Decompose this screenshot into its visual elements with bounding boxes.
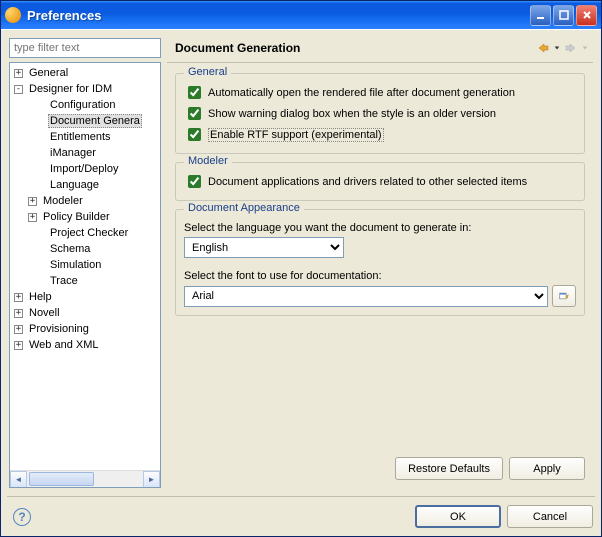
language-select-label: Select the language you want the documen… <box>184 222 576 234</box>
show-warning-checkbox-row[interactable]: Show warning dialog box when the style i… <box>184 103 576 124</box>
font-select[interactable]: Arial <box>184 286 548 307</box>
tree-item[interactable]: + Help <box>10 289 160 305</box>
document-apps-label: Document applications and drivers relate… <box>208 176 527 188</box>
tree-item-label: Designer for IDM <box>27 83 114 95</box>
font-preferences-button[interactable] <box>552 285 576 307</box>
ok-button[interactable]: OK <box>415 505 501 528</box>
minimize-button[interactable] <box>530 5 551 26</box>
nav-forward-button[interactable] <box>563 40 579 56</box>
tree-item-label: Novell <box>27 307 62 319</box>
group-appearance: Document Appearance Select the language … <box>175 209 585 316</box>
group-appearance-label: Document Appearance <box>184 202 304 214</box>
nav-back-button[interactable] <box>535 40 551 56</box>
tree-item[interactable]: iManager <box>10 145 160 161</box>
apply-button[interactable]: Apply <box>509 457 585 480</box>
group-modeler-label: Modeler <box>184 155 232 167</box>
tree-item-label: Web and XML <box>27 339 101 351</box>
tree-item-label: Policy Builder <box>41 211 112 223</box>
document-apps-checkbox[interactable] <box>188 175 201 188</box>
collapse-icon[interactable]: - <box>14 85 23 94</box>
scroll-thumb[interactable] <box>29 472 94 486</box>
tree-item[interactable]: + Provisioning <box>10 321 160 337</box>
page-title: Document Generation <box>175 41 533 55</box>
tree-item-label: General <box>27 67 70 79</box>
expand-icon[interactable]: + <box>28 197 37 206</box>
close-button[interactable] <box>576 5 597 26</box>
tree-item[interactable]: Configuration <box>10 97 160 113</box>
footer: ? OK Cancel <box>1 497 601 536</box>
content: +General-Designer for IDMConfigurationDo… <box>1 29 601 536</box>
maximize-button[interactable] <box>553 5 574 26</box>
auto-open-checkbox[interactable] <box>188 86 201 99</box>
tree-item-label: Schema <box>48 243 92 255</box>
tree-item-label: Import/Deploy <box>48 163 120 175</box>
expand-icon[interactable]: + <box>14 341 23 350</box>
show-warning-checkbox[interactable] <box>188 107 201 120</box>
tree-item-label: Provisioning <box>27 323 91 335</box>
preferences-window: Preferences +General-Designer for IDMCon… <box>0 0 602 537</box>
tree-item[interactable]: Schema <box>10 241 160 257</box>
enable-rtf-label: Enable RTF support (experimental) <box>208 128 384 142</box>
tree-item[interactable]: + Policy Builder <box>10 209 160 225</box>
help-icon[interactable]: ? <box>13 508 31 526</box>
tree-item[interactable]: Entitlements <box>10 129 160 145</box>
tree-item[interactable]: Document Genera <box>10 113 160 129</box>
window-title: Preferences <box>27 8 530 23</box>
auto-open-checkbox-row[interactable]: Automatically open the rendered file aft… <box>184 82 576 103</box>
tree-item-label: Document Genera <box>48 114 142 128</box>
language-select[interactable]: English <box>184 237 344 258</box>
tree-item[interactable]: -Designer for IDM <box>10 81 160 97</box>
scroll-right-button[interactable]: ► <box>143 471 160 488</box>
tree-item-label: Configuration <box>48 99 117 111</box>
enable-rtf-checkbox-row[interactable]: Enable RTF support (experimental) <box>184 124 576 145</box>
tree-item[interactable]: Simulation <box>10 257 160 273</box>
tree-item-label: Modeler <box>41 195 85 207</box>
tree-item[interactable]: Language <box>10 177 160 193</box>
tree: +General-Designer for IDMConfigurationDo… <box>9 62 161 488</box>
tree-item[interactable]: + General <box>10 65 160 81</box>
expand-icon[interactable]: + <box>14 309 23 318</box>
right-pane: Document Generation <box>167 38 593 488</box>
group-general: General Automatically open the rendered … <box>175 73 585 154</box>
expand-icon[interactable]: + <box>28 213 37 222</box>
tree-item[interactable]: Project Checker <box>10 225 160 241</box>
tree-item[interactable]: Trace <box>10 273 160 289</box>
filter-input[interactable] <box>9 38 161 58</box>
expand-icon[interactable]: + <box>14 293 23 302</box>
expand-icon[interactable]: + <box>14 325 23 334</box>
restore-defaults-button[interactable]: Restore Defaults <box>395 457 503 480</box>
tree-item-label: Simulation <box>48 259 103 271</box>
tree-item-label: iManager <box>48 147 98 159</box>
titlebar[interactable]: Preferences <box>1 1 601 29</box>
nav-back-menu-icon[interactable] <box>553 40 561 56</box>
tree-item[interactable]: + Novell <box>10 305 160 321</box>
cancel-button[interactable]: Cancel <box>507 505 593 528</box>
tree-item-label: Help <box>27 291 54 303</box>
enable-rtf-checkbox[interactable] <box>188 128 201 141</box>
font-select-label: Select the font to use for documentation… <box>184 270 576 282</box>
tree-item-label: Trace <box>48 275 80 287</box>
tree-item-label: Entitlements <box>48 131 113 143</box>
tree-item[interactable]: + Web and XML <box>10 337 160 353</box>
nav-forward-menu-icon <box>581 40 589 56</box>
horizontal-scrollbar[interactable]: ◄ ► <box>10 470 160 487</box>
tree-item-label: Language <box>48 179 101 191</box>
scroll-left-button[interactable]: ◄ <box>10 471 27 488</box>
tree-item[interactable]: + Modeler <box>10 193 160 209</box>
group-general-label: General <box>184 66 231 78</box>
document-apps-checkbox-row[interactable]: Document applications and drivers relate… <box>184 171 576 192</box>
auto-open-label: Automatically open the rendered file aft… <box>208 87 515 99</box>
app-icon <box>5 7 21 23</box>
tree-item-label: Project Checker <box>48 227 130 239</box>
expand-icon[interactable]: + <box>14 69 23 78</box>
left-pane: +General-Designer for IDMConfigurationDo… <box>9 38 161 488</box>
group-modeler: Modeler Document applications and driver… <box>175 162 585 201</box>
tree-item[interactable]: Import/Deploy <box>10 161 160 177</box>
show-warning-label: Show warning dialog box when the style i… <box>208 108 496 120</box>
